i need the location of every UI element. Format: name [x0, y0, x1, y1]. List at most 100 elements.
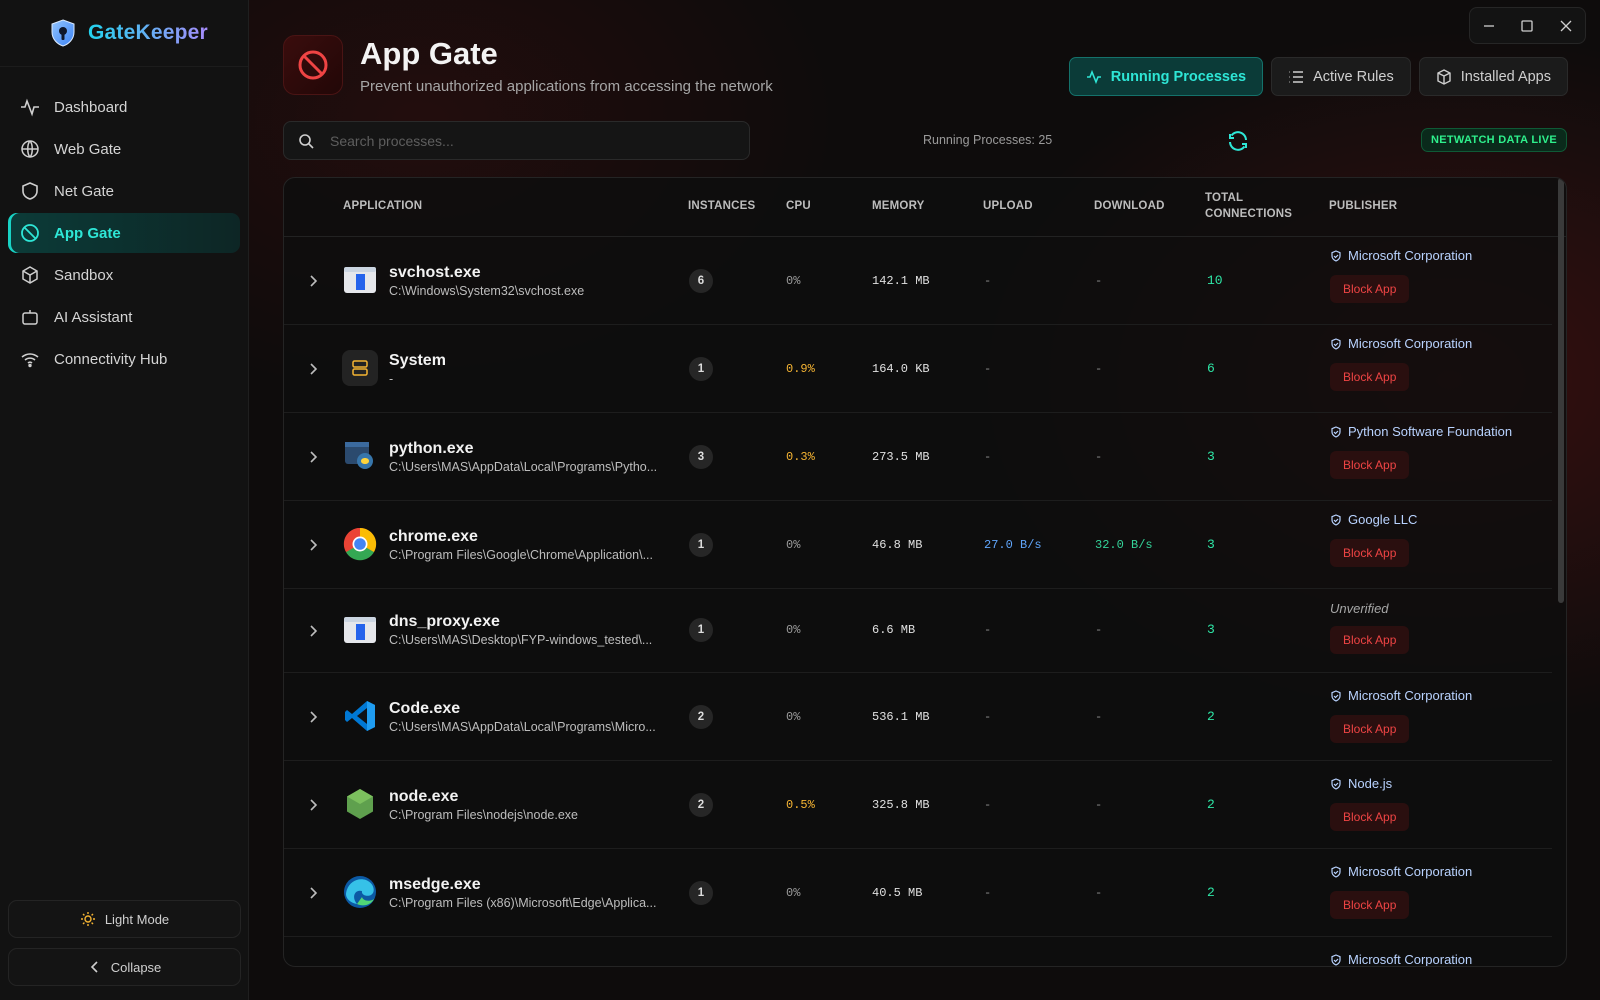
block-app-button[interactable]: Block App	[1330, 626, 1410, 654]
download-value: -	[1095, 798, 1103, 812]
verified-shield-icon	[1330, 865, 1342, 878]
chevron-right-icon[interactable]	[306, 886, 320, 900]
tab-installed-apps[interactable]: Installed Apps	[1418, 57, 1568, 96]
column-header-download[interactable]: DOWNLOAD	[1094, 200, 1165, 212]
column-header-publisher[interactable]: PUBLISHER	[1329, 200, 1397, 212]
table-row[interactable]: python.exe C:\Users\MAS\AppData\Local\Pr…	[284, 413, 1552, 501]
memory-value: 164.0 KB	[872, 362, 930, 376]
table-row[interactable]: System - 1 0.9% 164.0 KB - - 6 Microsoft…	[284, 325, 1552, 413]
publisher: Microsoft Corporation	[1330, 952, 1473, 967]
app-path: C:\Program Files (x86)\Microsoft\Edge\Ap…	[389, 896, 657, 910]
sidebar-item-connectivity-hub[interactable]: Connectivity Hub	[8, 339, 240, 379]
chevron-right-icon[interactable]	[306, 538, 320, 552]
block-app-button[interactable]: Block App	[1330, 363, 1410, 391]
column-header-instances[interactable]: INSTANCES	[688, 200, 755, 212]
table-row[interactable]: dns_proxy.exe C:\Users\MAS\Desktop\FYP-w…	[284, 589, 1552, 673]
publisher-name: Google LLC	[1348, 512, 1418, 527]
block-app-button[interactable]: Block App	[1330, 803, 1410, 831]
app-name: msedge.exe	[389, 876, 481, 893]
memory-value: 536.1 MB	[872, 710, 930, 724]
block-app-button[interactable]: Block App	[1330, 275, 1410, 303]
chevron-right-icon[interactable]	[306, 798, 320, 812]
brand: GateKeeper	[0, 0, 248, 67]
app-name: node.exe	[389, 788, 459, 805]
block-app-button[interactable]: Block App	[1330, 715, 1410, 743]
table-row[interactable]: node.exe C:\Program Files\nodejs\node.ex…	[284, 761, 1552, 849]
chevron-right-icon[interactable]	[306, 710, 320, 724]
windows-app-icon	[342, 262, 378, 298]
publisher-name: Node.js	[1348, 776, 1393, 791]
page-title: App Gate	[360, 36, 498, 71]
cpu-value: 0.9%	[786, 362, 815, 376]
column-header-total[interactable]: TOTAL	[1205, 192, 1243, 204]
publisher: Google LLC	[1330, 512, 1417, 527]
sidebar-item-net-gate[interactable]: Net Gate	[8, 171, 240, 211]
light-mode-button[interactable]: Light Mode	[8, 900, 241, 938]
column-header-upload[interactable]: UPLOAD	[983, 200, 1033, 212]
refresh-icon[interactable]	[1226, 129, 1250, 153]
download-value: -	[1095, 450, 1103, 464]
brand-name: GateKeeper	[88, 21, 208, 44]
table-row[interactable]: Code.exe C:\Users\MAS\AppData\Local\Prog…	[284, 673, 1552, 761]
windows-app-icon	[342, 612, 378, 648]
sidebar-item-web-gate[interactable]: Web Gate	[8, 129, 240, 169]
instances-badge: 2	[689, 705, 713, 729]
sidebar-item-label: AI Assistant	[54, 308, 133, 326]
collapse-button[interactable]: Collapse	[8, 948, 241, 986]
chevron-right-icon[interactable]	[306, 362, 320, 376]
table-row[interactable]: svchost.exe C:\Windows\System32\svchost.…	[284, 237, 1552, 325]
tab-active-rules[interactable]: Active Rules	[1271, 57, 1411, 96]
verified-shield-icon	[1330, 249, 1342, 262]
python-icon	[342, 438, 378, 474]
table-row[interactable]: chrome.exe C:\Program Files\Google\Chrom…	[284, 501, 1552, 589]
download-value: -	[1095, 362, 1103, 376]
connections-value: 3	[1207, 537, 1215, 552]
column-header-application[interactable]: APPLICATION	[343, 200, 422, 212]
sidebar: GateKeeper Dashboard Web Gate Net Gate A…	[0, 0, 249, 1000]
app-name: svchost.exe	[389, 264, 481, 281]
app-name: python.exe	[389, 440, 474, 457]
wifi-icon	[20, 349, 40, 369]
search-input[interactable]	[330, 132, 730, 149]
publisher-name: Microsoft Corporation	[1348, 952, 1473, 967]
column-header-connections[interactable]: CONNECTIONS	[1205, 208, 1292, 220]
close-icon[interactable]	[1551, 12, 1581, 40]
sidebar-item-app-gate[interactable]: App Gate	[8, 213, 240, 253]
publisher: Microsoft Corporation	[1330, 864, 1472, 879]
block-app-button[interactable]: Block App	[1330, 891, 1410, 919]
cpu-value: 0.5%	[786, 798, 815, 812]
sidebar-item-dashboard[interactable]: Dashboard	[8, 87, 240, 127]
column-header-cpu[interactable]: CPU	[786, 200, 811, 212]
sidebar-item-label: Connectivity Hub	[54, 350, 168, 368]
sidebar-item-sandbox[interactable]: Sandbox	[8, 255, 240, 295]
block-app-button[interactable]: Block App	[1330, 451, 1410, 479]
publisher-name: Microsoft Corporation	[1348, 688, 1473, 703]
scrollbar-thumb[interactable]	[1558, 178, 1564, 603]
memory-value: 6.6 MB	[872, 623, 916, 637]
maximize-icon[interactable]	[1512, 12, 1542, 40]
minimize-icon[interactable]	[1474, 12, 1504, 40]
chevron-right-icon[interactable]	[306, 450, 320, 464]
block-app-button[interactable]: Block App	[1330, 539, 1410, 567]
shield-icon	[20, 181, 40, 201]
table-row[interactable]: Microsoft Corporation	[284, 937, 1552, 967]
download-value: 32.0 B/s	[1095, 538, 1153, 552]
publisher: Node.js	[1330, 776, 1392, 791]
publisher: Microsoft Corporation	[1330, 336, 1472, 351]
chevron-right-icon[interactable]	[306, 624, 320, 638]
upload-value: -	[984, 710, 992, 724]
download-value: -	[1095, 710, 1103, 724]
verified-shield-icon	[1330, 425, 1342, 438]
memory-value: 273.5 MB	[872, 450, 930, 464]
table-row[interactable]: msedge.exe C:\Program Files (x86)\Micros…	[284, 849, 1552, 937]
tab-running-processes[interactable]: Running Processes	[1068, 57, 1264, 96]
memory-value: 325.8 MB	[872, 798, 930, 812]
app-name: System	[389, 352, 446, 369]
chevron-right-icon[interactable]	[306, 274, 320, 288]
upload-value: -	[984, 362, 992, 376]
chrome-icon	[342, 526, 378, 562]
sidebar-item-ai-assistant[interactable]: AI Assistant	[8, 297, 240, 337]
connections-value: 2	[1207, 885, 1215, 900]
column-header-memory[interactable]: MEMORY	[872, 200, 925, 212]
bot-icon	[20, 307, 40, 327]
